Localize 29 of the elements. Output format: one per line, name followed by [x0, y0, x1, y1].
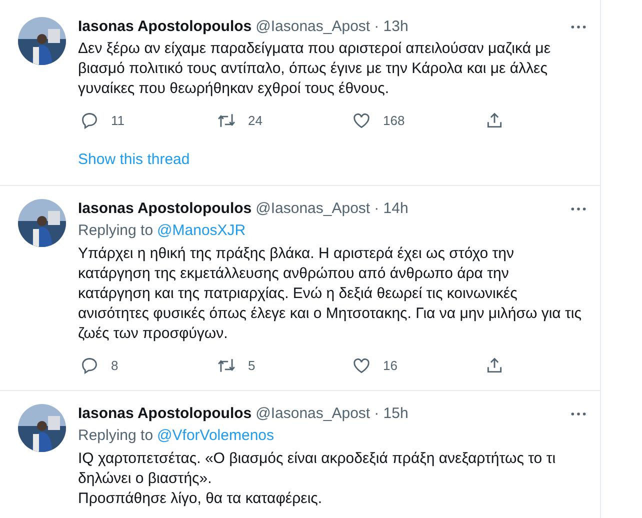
author-name[interactable]: Iasonas Apostolopoulos — [78, 404, 252, 424]
author-name[interactable]: Iasonas Apostolopoulos — [78, 17, 252, 37]
more-icon[interactable] — [571, 25, 586, 29]
like-icon[interactable] — [352, 356, 371, 376]
author-handle[interactable]: @Iasonas_Apost — [256, 404, 370, 424]
tweet-time[interactable]: · 13h — [374, 17, 408, 37]
reply-count: 11 — [111, 112, 124, 130]
share-icon[interactable] — [485, 111, 504, 130]
tweet-text: Δεν ξέρω αν είχαμε παραδείγματα που αριστεροί απειλούσαν μαζικά με βιασμό πολιτικό τους αντίπαλο, όπως έγινε με την Κάρολα και με άλλες γυναίκες που θεωρήθηκαν εχθροί τους έθνους. — [78, 39, 552, 99]
replying-label: Replying to — [78, 426, 154, 446]
reply-icon[interactable] — [80, 356, 99, 376]
tweet-text: Υπάρχει η ηθική της πράξης βλάκα. Η αριστερά έχει ως στόχο την κατάργηση της εκμετάλλευσης ανθρώπου από άνθρωπο άρα την κατάργηση και της πατριαρχίας. Ενώ η δεξιά θεωρεί τις κοινωνικές ανισότητες φυσικές όπως έλεγε και ο Μητσοτακης. Για να μην μιλήσω για τις ζωές των προσφύγων. — [78, 244, 582, 344]
retweet-count: 5 — [248, 357, 256, 375]
tweet-time[interactable]: · 14h — [374, 199, 408, 219]
tweet-text: IQ χαρτοπετσέτας. «Ο βιασμός είναι ακροδεξιά πράξη ανεξαρτήτως το τι δηλώνει ο βιαστής». Προσπάθησε λίγο, θα τα καταφέρεις. — [78, 448, 557, 508]
reply-count: 8 — [111, 357, 118, 375]
more-icon[interactable] — [571, 207, 586, 211]
like-icon[interactable] — [352, 111, 371, 130]
tweet-time[interactable]: · 15h — [374, 404, 408, 424]
retweet-count: 24 — [248, 112, 262, 130]
author-name[interactable]: Iasonas Apostolopoulos — [78, 199, 252, 219]
like-count: 168 — [383, 112, 405, 130]
replying-label: Replying to — [78, 221, 154, 241]
share-icon[interactable] — [485, 356, 504, 376]
author-handle[interactable]: @Iasonas_Apost — [256, 17, 370, 37]
author-handle[interactable]: @Iasonas_Apost — [256, 199, 370, 219]
reply-icon[interactable] — [80, 111, 99, 130]
like-count: 16 — [383, 357, 398, 375]
more-icon[interactable] — [571, 412, 586, 416]
